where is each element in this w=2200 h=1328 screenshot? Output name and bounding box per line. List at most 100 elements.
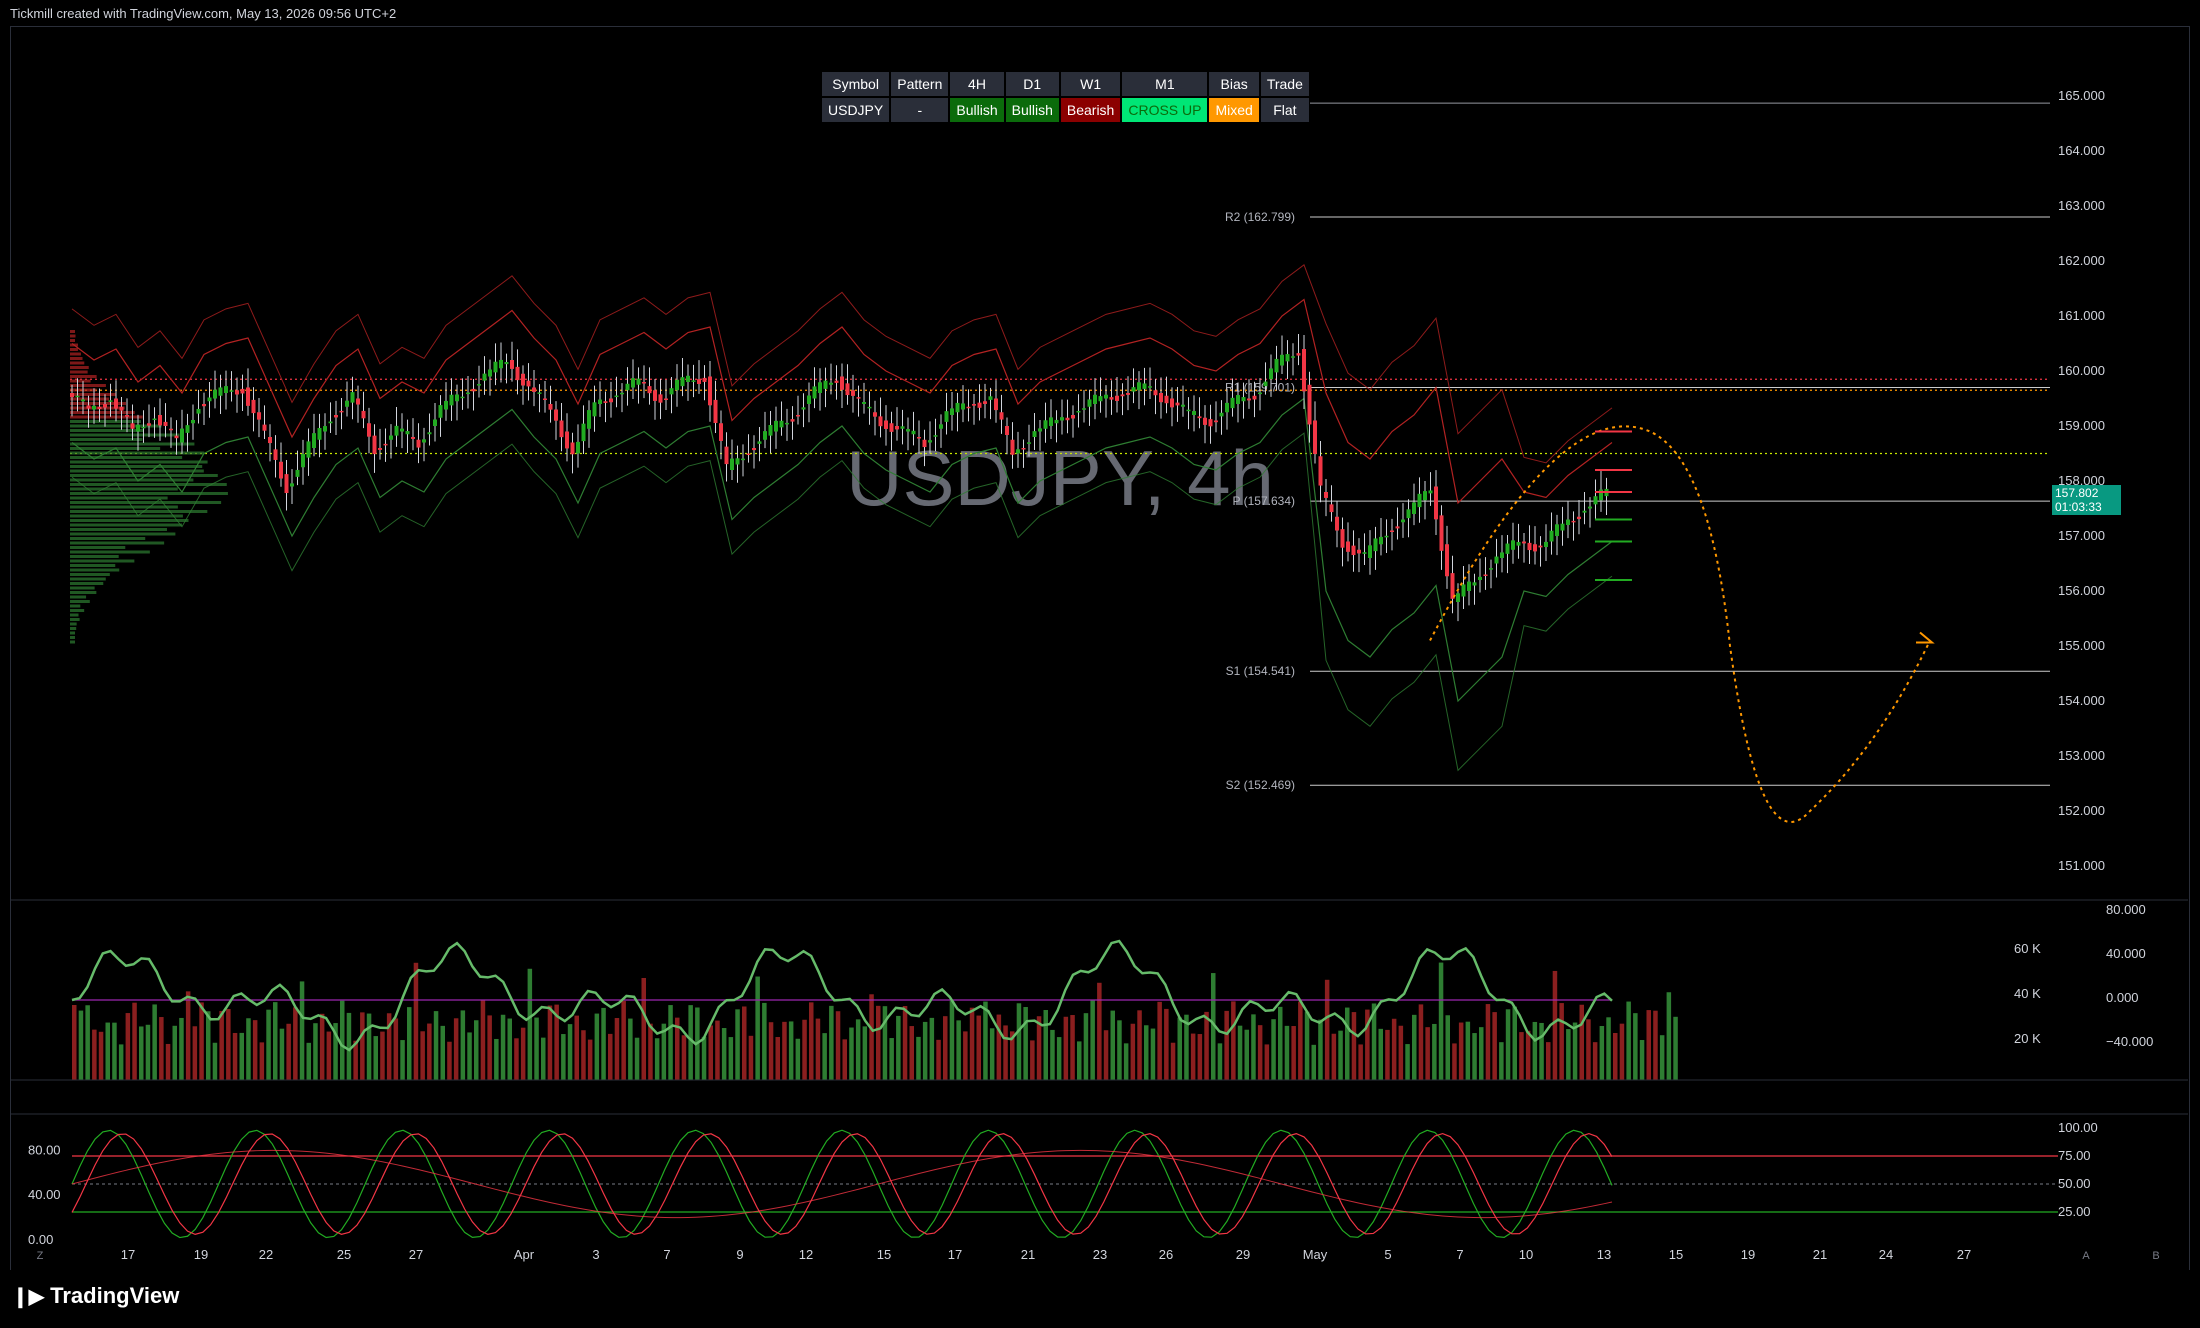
candle-body	[1164, 395, 1169, 404]
candle-body	[224, 386, 228, 393]
status-table-header: Symbol Pattern 4H D1 W1 M1 Bias Trade	[822, 72, 1309, 96]
volume-bar	[1056, 1037, 1062, 1080]
candle-body	[1032, 431, 1037, 437]
volume-bar	[681, 1035, 687, 1080]
volume-profile-bar	[70, 528, 167, 531]
time-axis-label: 9	[736, 1247, 743, 1262]
candle-body	[884, 420, 888, 429]
stoch-right-label: 100.00	[2058, 1120, 2098, 1135]
candle-body	[1494, 556, 1499, 564]
volume-bar	[922, 1021, 928, 1080]
time-axis-label: 10	[1519, 1247, 1533, 1262]
candle-body	[1076, 411, 1081, 413]
candle-body	[702, 377, 707, 382]
candle-body	[845, 383, 850, 396]
volume-profile-bar	[70, 478, 194, 482]
volume-bar	[1304, 1011, 1310, 1080]
volume-bar	[427, 1023, 432, 1080]
price-axis-label: 164.000	[2058, 143, 2105, 158]
candle-body	[493, 361, 498, 373]
candle-body	[1043, 420, 1048, 429]
volume-profile-bar	[70, 523, 182, 527]
volume-bar	[132, 1002, 137, 1080]
candle-body	[389, 435, 393, 440]
candle-body	[1571, 520, 1576, 523]
candle-body	[1379, 536, 1383, 545]
candle-body	[1214, 420, 1218, 423]
candle-body	[812, 386, 817, 399]
candle-body	[1472, 582, 1477, 586]
volume-bar	[1251, 1014, 1256, 1080]
volume-profile-bar	[70, 357, 83, 360]
volume-bar	[480, 1000, 486, 1080]
volume-bar	[1150, 1028, 1156, 1080]
volume-bar	[192, 1026, 198, 1080]
candle-body	[1148, 386, 1152, 388]
candle-body	[708, 376, 712, 406]
tradingview-logo[interactable]: ❙▶ TradingView	[12, 1283, 179, 1309]
volume-bar	[1566, 1029, 1571, 1080]
volume-bar	[1391, 1018, 1397, 1080]
volume-bar	[226, 1009, 231, 1080]
candle-body	[680, 377, 685, 387]
volume-bar	[715, 1020, 720, 1080]
chart-canvas[interactable]: USDJPY, 4h 151.000 152.000 153.000 154.000 1…	[0, 0, 2200, 1270]
candle-body	[504, 362, 509, 365]
volume-bar	[145, 1024, 151, 1080]
candle-body	[691, 380, 696, 382]
volume-bar	[219, 1010, 224, 1080]
volume-bar	[507, 1018, 512, 1080]
candle-body	[895, 426, 899, 430]
candle-body	[1038, 428, 1042, 432]
volume-bar	[474, 1020, 479, 1080]
candle-body	[950, 408, 954, 415]
time-axis-label: 25	[337, 1247, 351, 1262]
candle-body	[284, 474, 289, 494]
volume-bar	[1123, 1043, 1129, 1080]
status-cell: Mixed	[1209, 98, 1259, 122]
volume-bar	[534, 1017, 539, 1080]
volume-bar	[989, 1028, 995, 1080]
volume-profile-bar	[70, 604, 81, 608]
candle-body	[598, 399, 602, 404]
volume-profile-bar	[70, 366, 89, 369]
candle-body	[1324, 492, 1328, 498]
candle-body	[92, 405, 96, 410]
candle-body	[455, 394, 459, 402]
candle-body	[955, 402, 960, 413]
candle-body	[1137, 382, 1141, 391]
candle-body	[1445, 544, 1449, 577]
time-axis-label: 7	[1456, 1247, 1463, 1262]
candle-body	[1230, 397, 1235, 409]
volume-bar	[809, 1002, 814, 1080]
candle-body	[961, 403, 965, 410]
volume-profile-bar	[70, 636, 75, 639]
volume-bar	[340, 1000, 345, 1080]
volume-profile-bar	[70, 582, 104, 585]
candle-body	[427, 432, 432, 435]
status-cell: USDJPY	[822, 98, 890, 122]
status-cell: Bullish	[950, 98, 1004, 122]
volume-bar	[869, 994, 874, 1080]
time-axis-label: 15	[1669, 1247, 1683, 1262]
volume-bar	[393, 1018, 399, 1080]
volume-profile-bar	[70, 384, 106, 387]
volume-bar	[326, 1031, 332, 1080]
candle-body	[532, 387, 536, 392]
volume-bar	[1043, 1010, 1048, 1080]
candle-body	[207, 397, 212, 402]
candle-body	[741, 458, 745, 461]
candle-body	[422, 439, 426, 443]
volume-bar	[460, 1010, 466, 1080]
volume-bar	[788, 1021, 794, 1080]
volume-bar	[561, 1034, 566, 1080]
candle-body	[675, 379, 679, 391]
volume-bar	[1465, 1021, 1471, 1080]
volume-bar	[1579, 1004, 1584, 1080]
price-axis-label: 162.000	[2058, 253, 2105, 268]
volume-bar	[1479, 1027, 1484, 1080]
volume-profile-bar	[70, 586, 95, 590]
candle-body	[444, 400, 448, 410]
volume-bar	[581, 1030, 586, 1080]
candle-body	[103, 404, 107, 408]
